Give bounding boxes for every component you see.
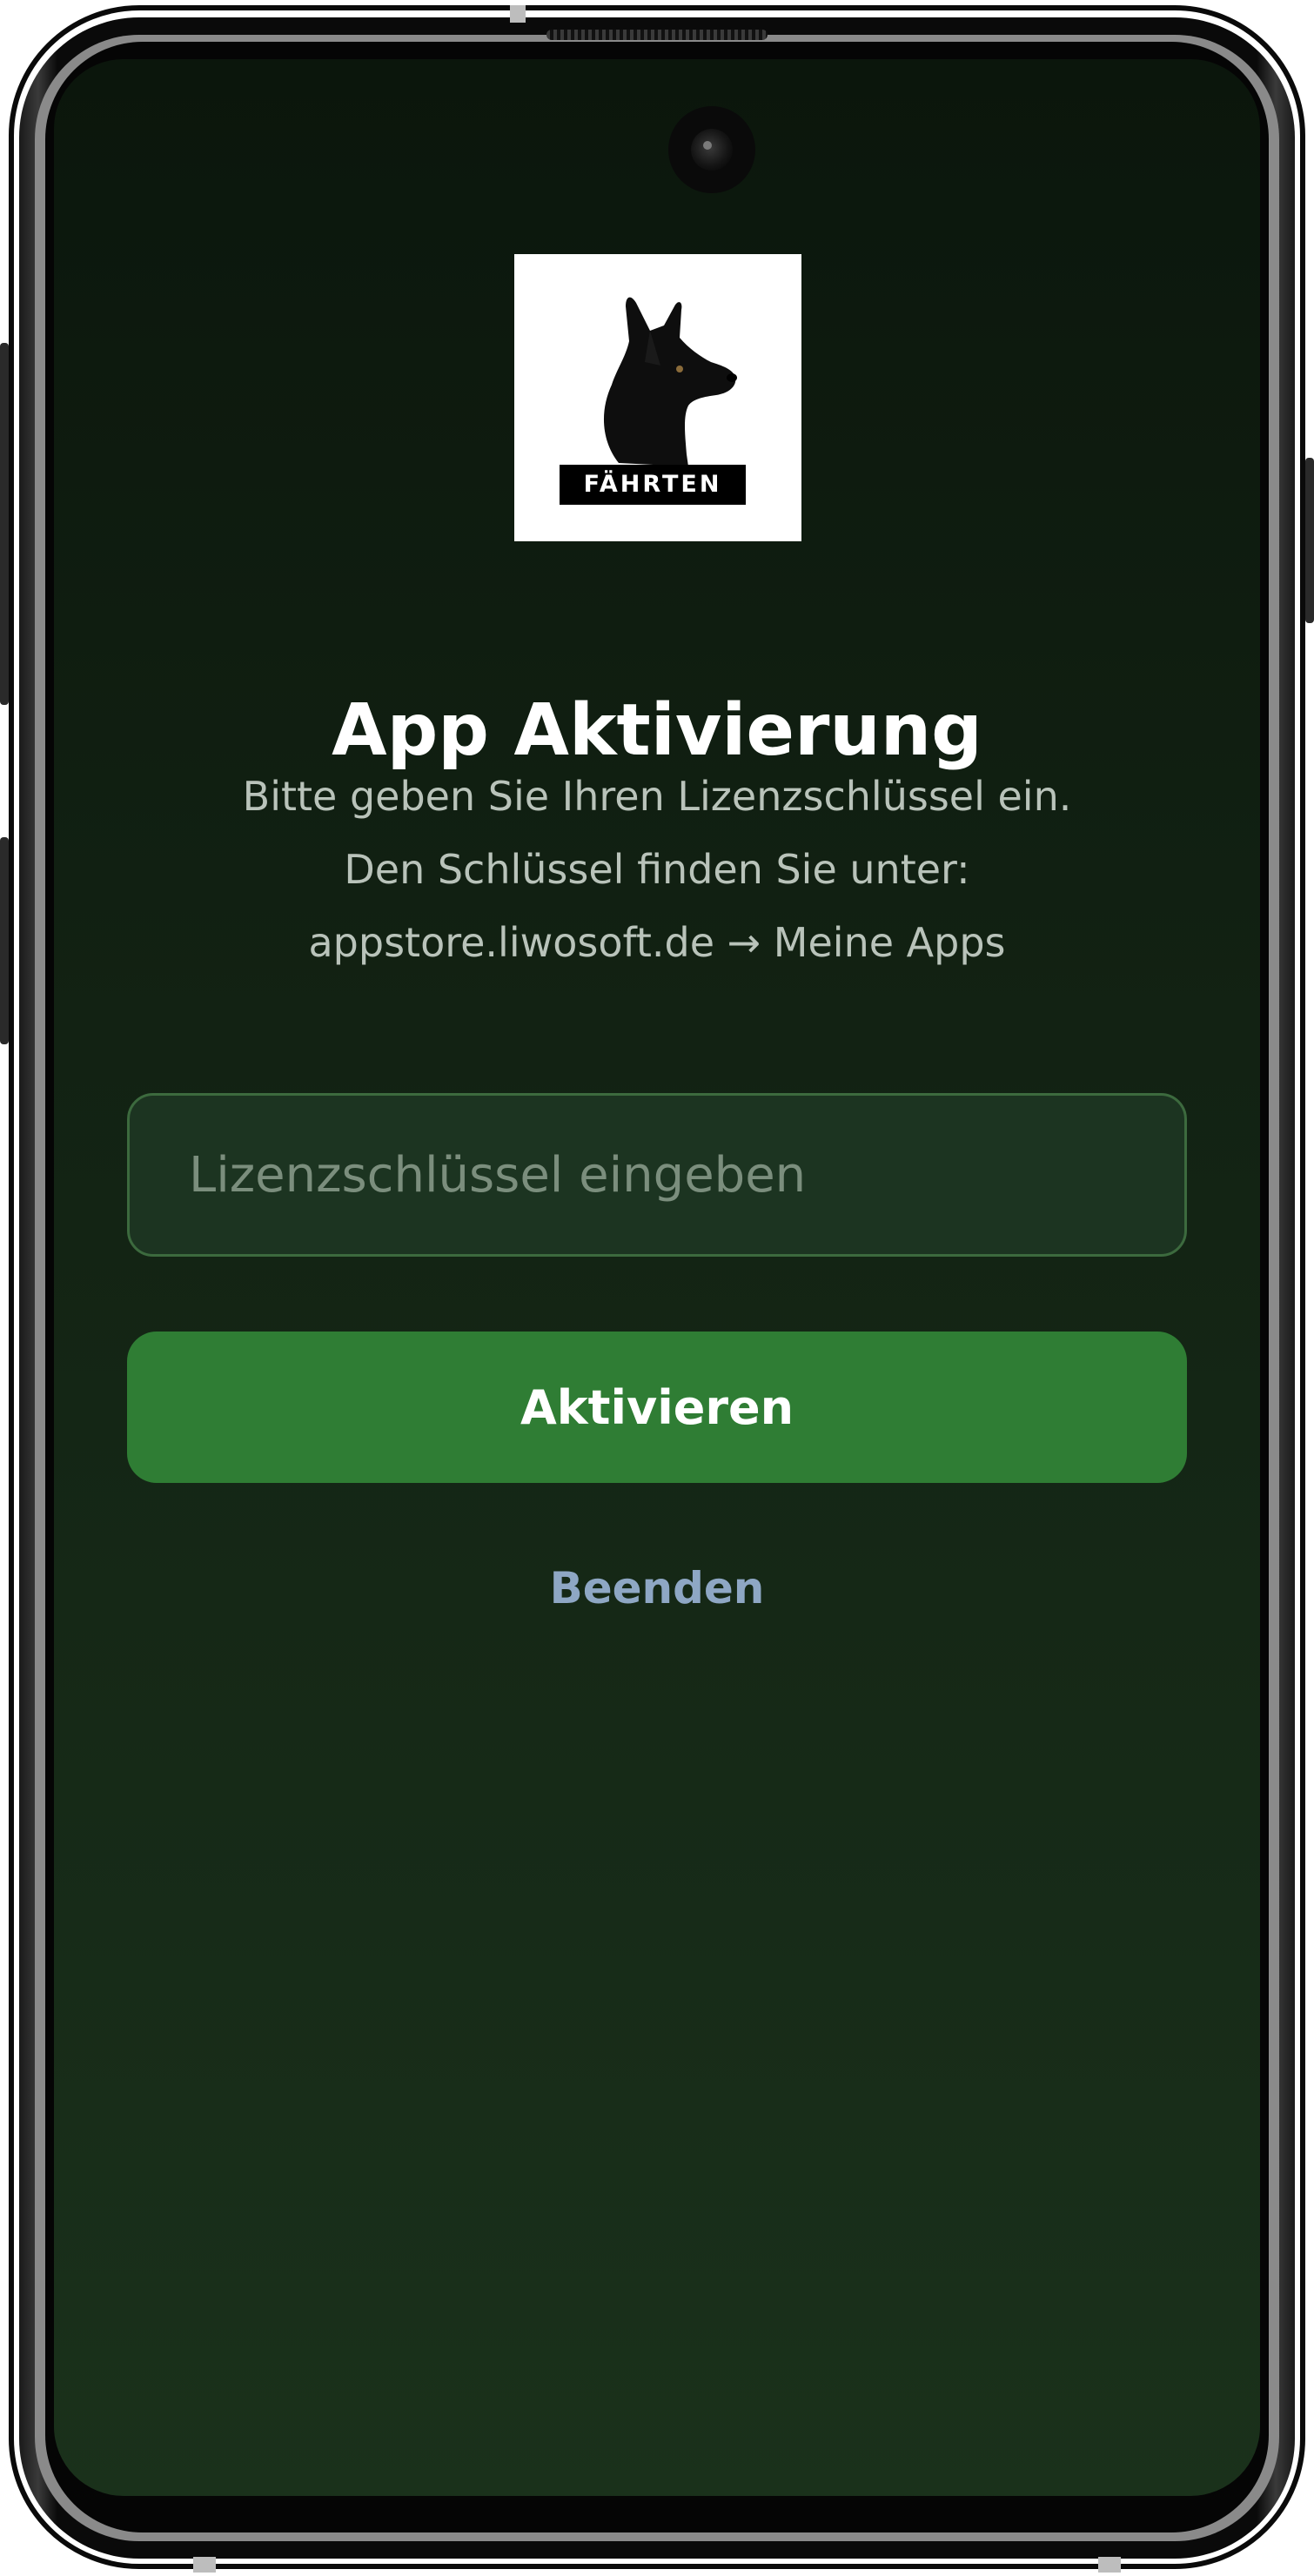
- instruction-line-1: Bitte geben Sie Ihren Lizenzschlüssel ei…: [242, 773, 1072, 820]
- instruction-line-2: Den Schlüssel finden Sie unter:: [344, 846, 970, 893]
- page-title: App Aktivierung: [332, 689, 982, 772]
- logo-banner-text: FÄHRTEN: [560, 465, 746, 505]
- app-logo: FÄHRTEN: [514, 254, 801, 541]
- bottom-sensor-mark-left: [193, 2557, 216, 2573]
- instruction-line-3: appstore.liwosoft.de → Meine Apps: [308, 919, 1006, 966]
- activate-button[interactable]: Aktivieren: [127, 1332, 1187, 1483]
- volume-down-button: [0, 837, 9, 1044]
- power-button: [1305, 458, 1314, 623]
- camera-lens: [691, 129, 733, 171]
- license-key-input[interactable]: [127, 1093, 1187, 1257]
- bottom-sensor-mark-right: [1098, 2557, 1121, 2573]
- device-frame: FÄHRTEN App Aktivierung Bitte geben Sie …: [0, 0, 1314, 2576]
- quit-button[interactable]: Beenden: [54, 1563, 1260, 1613]
- volume-up-button: [0, 343, 9, 705]
- front-camera-icon: [668, 106, 755, 193]
- top-sensor-mark: [510, 5, 526, 23]
- activation-screen: FÄHRTEN App Aktivierung Bitte geben Sie …: [54, 59, 1260, 2496]
- speaker-grill: [546, 30, 768, 40]
